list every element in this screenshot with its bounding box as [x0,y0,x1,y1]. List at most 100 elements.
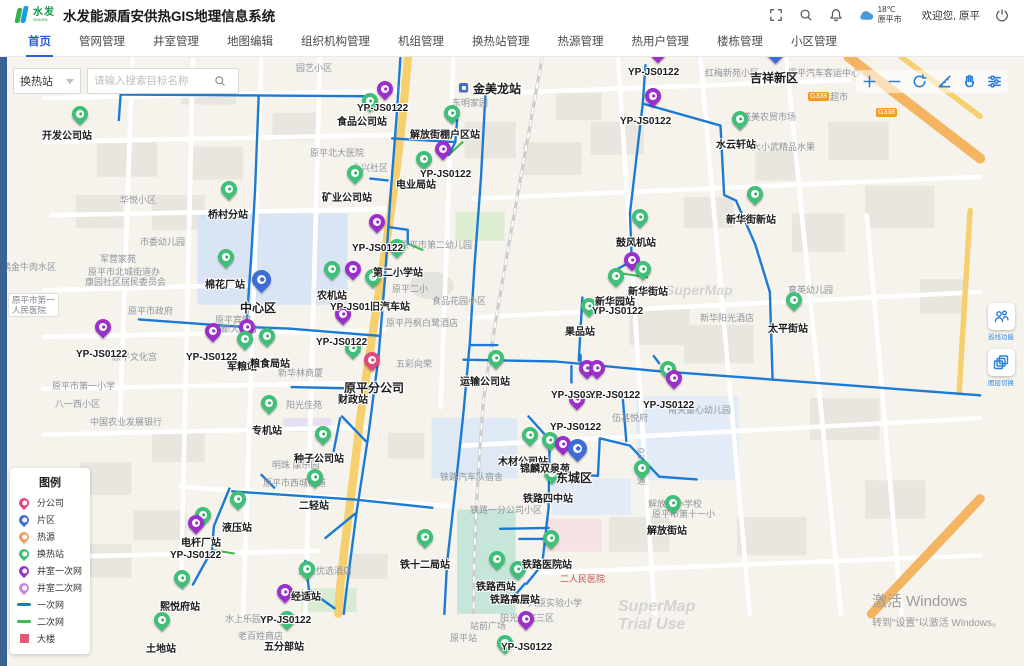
nav-tab[interactable]: 井室管理 [151,30,201,57]
basemap-label: 军营家苑 [100,254,136,264]
basemap-label: 原平二小 [392,284,428,294]
basemap-label: 铁路汽车队宿舍 [440,472,503,482]
marker-label: 金美龙站 [473,83,521,95]
brand-logo: 水发 SHUIFA [14,6,55,24]
marker-label: 中心区 [240,302,276,314]
legend-item: 片区 [17,511,83,528]
logo-subtext: SHUIFA [33,18,53,22]
basemap-label: 二人民医院 [560,574,605,584]
marker-label: YP-JS0122 [628,67,679,79]
marker-label: 原平分公司 [344,382,404,394]
legend-title: 图例 [17,474,83,490]
road-shield-badge: G338 [876,108,897,117]
basemap-label: 原平市政府 [128,306,173,316]
side-tool-label: 图层切换 [988,377,1014,387]
legend-pin-icon [17,549,31,559]
legend-item: 井室二次网 [17,579,83,596]
app-root: 水发 SHUIFA 水发能源盾安供热GIS地理信息系统 18℃ 原平市 [0,0,1024,666]
map-legend: 图例 分公司片区热源换热站井室一次网井室二次网一次网二次网大楼 [10,468,90,654]
basemap-label: 原平市第十一小 [652,509,715,519]
nav-tab[interactable]: 首页 [26,30,53,57]
legend-pin-icon [17,566,31,576]
marker-label: 熙悦府站 [160,602,200,614]
basemap-label: 原平站 [450,633,477,643]
marker-label: 经适站 [291,592,321,604]
nav-tab[interactable]: 管网管理 [77,30,127,57]
nav-tab[interactable]: 小区管理 [789,30,839,57]
marker-label: 棉花厂站 [205,280,245,292]
legend-item: 分公司 [17,494,83,511]
primary-network-line[interactable] [500,528,548,529]
patrol-users-icon [988,303,1015,330]
basemap-label: 老百姓商店 [238,631,283,641]
basemap-label: 五彩向荣 [396,359,432,369]
marker-label: 食品公司站 [337,117,387,129]
nav-tab[interactable]: 机组管理 [396,30,446,57]
basemap-label: 新华阳光酒店 [700,313,754,323]
app-header: 水发 SHUIFA 水发能源盾安供热GIS地理信息系统 18℃ 原平市 [0,0,1024,30]
logo-text: 水发 [33,8,55,18]
zoom-out-icon[interactable] [885,72,904,91]
marker-label: 财政站 [338,395,368,407]
legend-item-label: 井室二次网 [37,581,82,594]
marker-label: 太平街站 [768,324,808,336]
marker-label: 土地站 [146,644,176,656]
basemap-label: 盛美农贸市场 [742,112,796,122]
bell-icon[interactable] [828,7,844,23]
marker-label: 二轻站 [299,501,329,513]
basemap-label: 八一西小区 [55,399,100,409]
legend-item-label: 换热站 [37,547,64,560]
fullscreen-icon[interactable] [768,7,784,23]
logo-icon [14,6,29,24]
nav-tab[interactable]: 换热站管理 [470,30,532,57]
search-submit-icon[interactable] [210,71,230,91]
nav-tab[interactable]: 地图编辑 [225,30,275,57]
search-icon[interactable] [798,7,814,23]
district-square-marker[interactable] [459,83,468,92]
basemap-label: 原平市第一小学 [52,381,115,391]
search-input[interactable] [88,70,210,92]
side-tool-patrol-users[interactable]: 巡线功能 [984,303,1018,341]
collapsed-panel-strip[interactable] [0,57,7,666]
marker-label: 水云轩站 [716,140,756,152]
marker-label: 专机站 [252,426,282,438]
supermap-watermark: SuperMap [665,282,733,298]
marker-label: 东城区 [556,472,592,484]
search-type-select[interactable]: 换热站 [13,68,81,94]
marker-label: 解放街棚户区站 [410,130,480,142]
marker-label: YP-JS0122 [316,337,367,349]
marker-label: YP-JS0122 [550,422,601,434]
side-tool-layers[interactable]: 图层切换 [984,349,1018,387]
legend-item-label: 二次网 [37,615,64,628]
nav-tab[interactable]: 楼栋管理 [715,30,765,57]
weather-widget: 18℃ 原平市 [858,5,902,25]
hand-icon[interactable] [960,72,979,91]
marker-label: 桥村分站 [208,210,248,222]
legend-item: 换热站 [17,545,83,562]
legend-item: 一次网 [17,596,83,613]
nav-tab[interactable]: 热源管理 [556,30,606,57]
nav-tab[interactable]: 组织机构管理 [299,30,372,57]
welcome-text: 欢迎您, 原平 [922,8,980,23]
legend-item-label: 片区 [37,513,55,526]
marker-label: 种子公司站 [294,454,344,466]
nav-tab[interactable]: 热用户管理 [630,30,692,57]
marker-label: YP-JS0122 [76,349,127,361]
logout-icon[interactable] [994,7,1010,23]
marker-label: 果品站 [565,327,595,339]
marker-label: YP-JS0122 [620,116,671,128]
legend-item: 大楼 [17,630,83,647]
basemap-label: 华悦小区 [120,195,156,205]
map-area[interactable]: 园艺小区东明家园原平北大医院永兴社区华悦小区市委幼儿园军营家苑原平市北城街道办康… [0,57,1024,666]
zoom-in-icon[interactable] [860,72,879,91]
settings-icon[interactable] [985,72,1004,91]
basemap-label: 原平北大医院 [310,148,364,158]
marker-label: YP-JS0122 [170,550,221,562]
marker-label: 铁路医院站 [522,560,572,572]
measure-icon[interactable] [935,72,954,91]
basemap-label: 阳光佳苑 [286,400,322,410]
reset-icon[interactable] [910,72,929,91]
basemap-label: 原平市第一 人民医院 [8,293,59,317]
map-toolbar [856,70,1008,93]
map-side-tools: 巡线功能图层切换 [984,303,1018,387]
